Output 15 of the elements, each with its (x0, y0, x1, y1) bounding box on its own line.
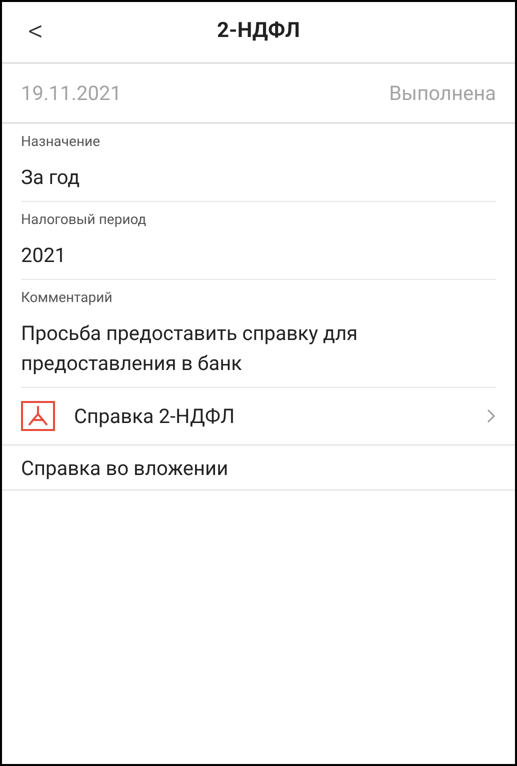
attachment-name: Справка 2-НДФЛ (74, 403, 236, 430)
page-title: 2-НДФЛ (217, 18, 300, 46)
chevron-right-icon (486, 408, 496, 424)
field-label: Налоговый период (21, 211, 148, 230)
request-date: 19.11.2021 (21, 80, 122, 107)
field-value: За год (21, 164, 81, 191)
field-value: Просьба предоставить справку для предоставления в банк (21, 320, 359, 377)
field-value: 2021 (21, 242, 67, 269)
field-label: Комментарий (21, 289, 114, 308)
attachment-row[interactable]: Справка 2-НДФЛ (2, 388, 515, 446)
note-text: Справка во вложении (21, 454, 228, 482)
pdf-icon (21, 401, 55, 431)
request-status: Выполнена (389, 80, 496, 107)
field-label: Назначение (21, 133, 102, 152)
back-button[interactable]: < (24, 17, 48, 47)
